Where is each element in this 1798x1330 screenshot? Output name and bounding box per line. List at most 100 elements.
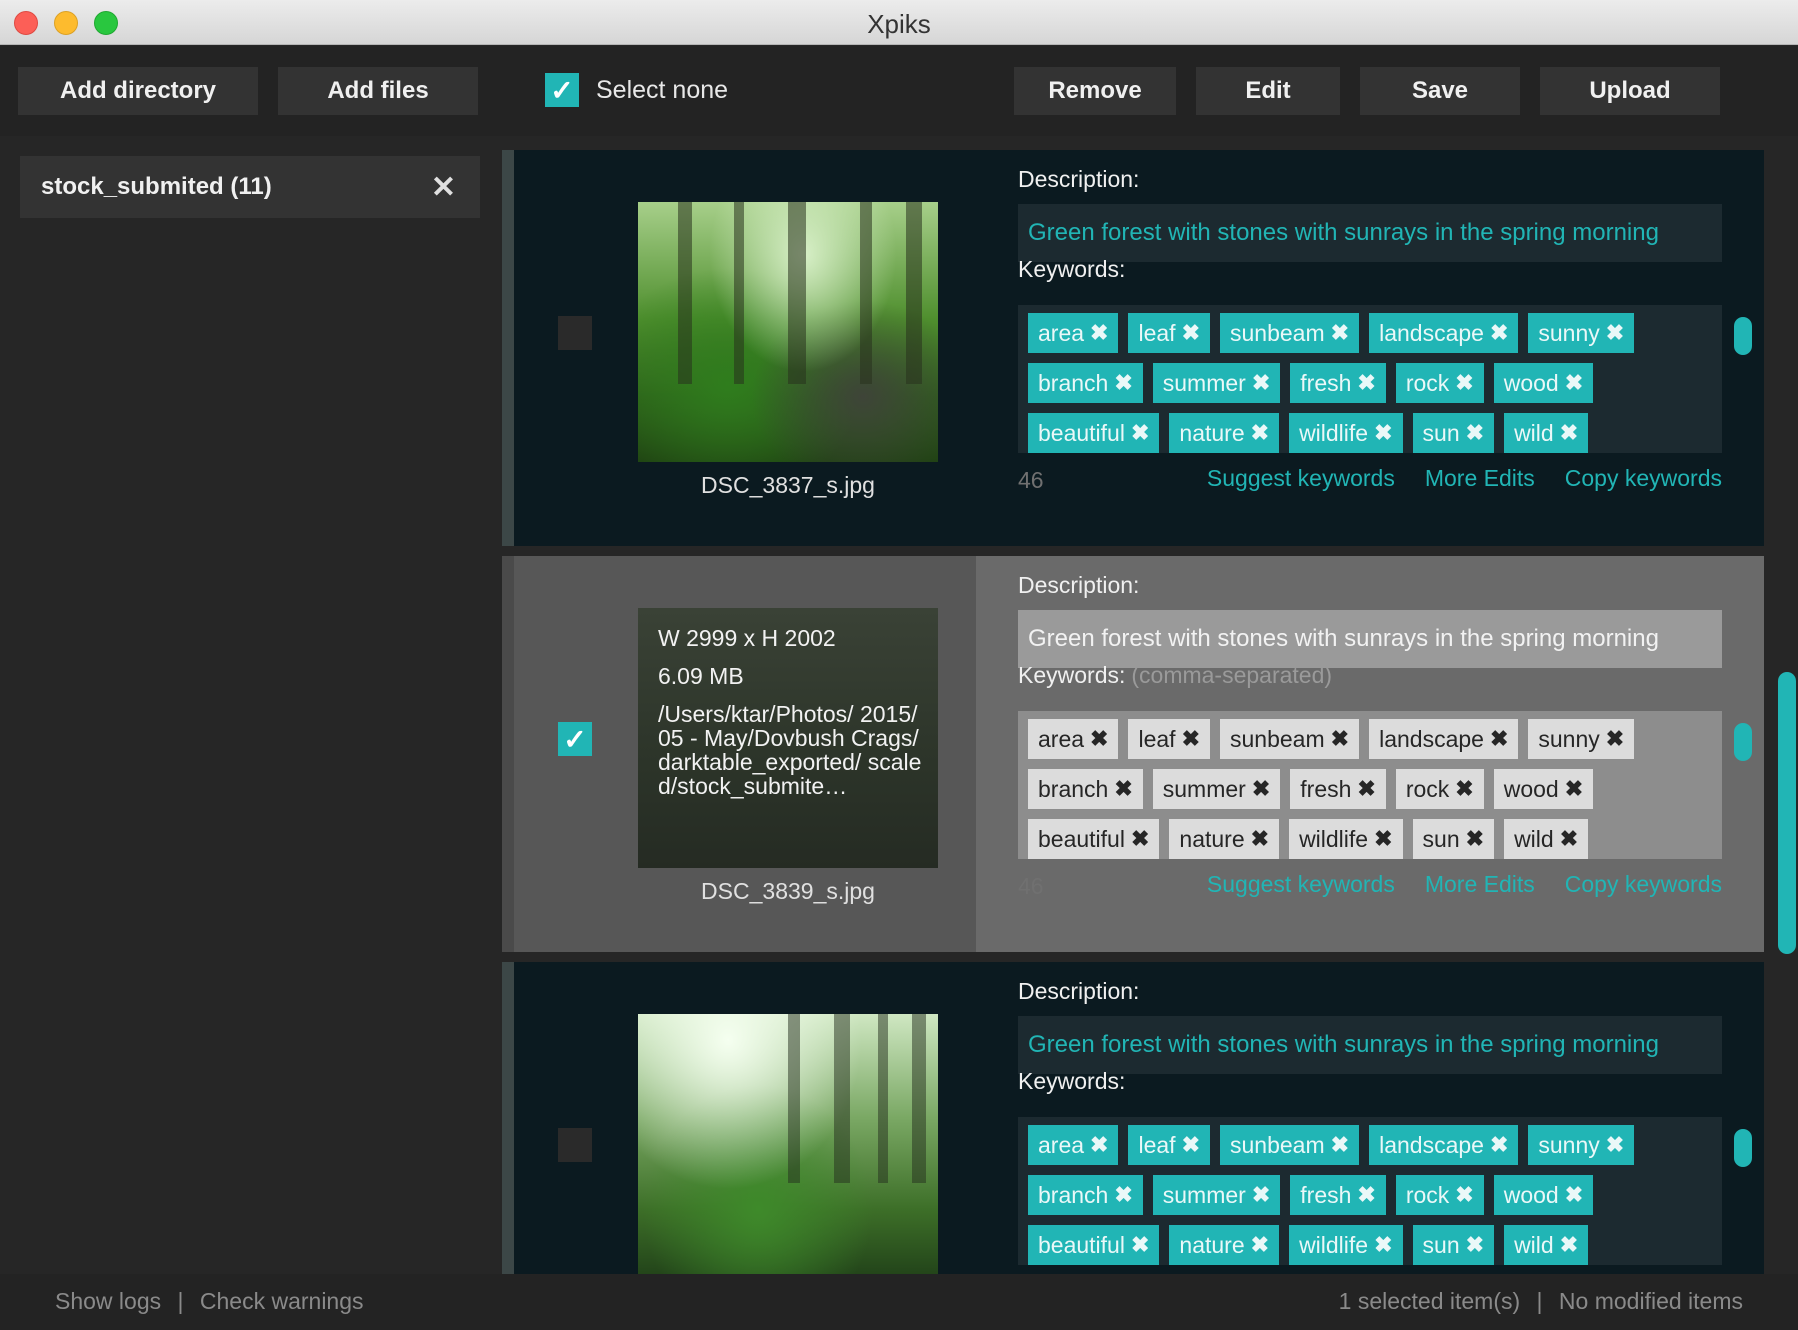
copy-keywords-link[interactable]: Copy keywords (1565, 871, 1722, 898)
copy-keywords-link[interactable]: Copy keywords (1565, 465, 1722, 492)
close-icon[interactable]: ✖ (1490, 726, 1508, 752)
thumbnail-image[interactable] (638, 1014, 938, 1274)
keyword-chip[interactable]: sunbeam ✖ (1220, 1125, 1360, 1165)
close-icon[interactable]: ✖ (1090, 320, 1108, 346)
keyword-chip[interactable]: sunny ✖ (1528, 313, 1635, 353)
keyword-chip[interactable]: beautiful ✖ (1028, 413, 1160, 453)
keywords-field[interactable]: area ✖ leaf ✖ sunbeam ✖ landscape ✖ sunny ✖ branch… (1018, 711, 1752, 859)
more-edits-link[interactable]: More Edits (1425, 871, 1535, 898)
close-icon[interactable]: ✖ (1560, 826, 1578, 852)
artwork-item[interactable]: ✓ W 2999 x H 2002 6.09 MB /Users/ktar/Ph… (502, 556, 1764, 952)
close-icon[interactable]: ✖ (1560, 420, 1578, 446)
directory-item[interactable]: stock_submited (11) ✕ (20, 156, 480, 218)
close-icon[interactable]: ✖ (1490, 1132, 1508, 1158)
save-button[interactable]: Save (1360, 67, 1520, 115)
close-icon[interactable]: ✖ (1252, 1182, 1270, 1208)
artwork-item[interactable]: Description: Green forest with stones wi… (502, 962, 1764, 1274)
keyword-chip[interactable]: branch ✖ (1028, 769, 1143, 809)
keyword-chip[interactable]: summer ✖ (1152, 363, 1281, 403)
suggest-keywords-link[interactable]: Suggest keywords (1207, 871, 1395, 898)
close-icon[interactable]: ✖ (1252, 370, 1270, 396)
close-icon[interactable]: ✖ (1357, 370, 1375, 396)
close-icon[interactable]: ✖ (1251, 1232, 1269, 1258)
keywords-field[interactable]: area ✖ leaf ✖ sunbeam ✖ landscape ✖ sunny ✖ branch… (1018, 305, 1752, 453)
close-icon[interactable]: ✖ (1131, 826, 1149, 852)
keyword-chip[interactable]: rock ✖ (1395, 769, 1484, 809)
keyword-chip[interactable]: wildlife ✖ (1289, 413, 1403, 453)
close-icon[interactable]: ✖ (1114, 370, 1132, 396)
keyword-chip[interactable]: branch ✖ (1028, 1175, 1143, 1215)
keyword-chip[interactable]: sun ✖ (1412, 819, 1495, 859)
close-icon[interactable]: ✖ (1466, 826, 1484, 852)
description-field[interactable]: Green forest with stones with sunrays in… (1018, 1016, 1722, 1074)
keyword-chip[interactable]: nature ✖ (1169, 819, 1280, 859)
description-field[interactable]: Green forest with stones with sunrays in… (1018, 204, 1722, 262)
keyword-chip[interactable]: summer ✖ (1152, 769, 1281, 809)
close-icon[interactable]: ✖ (1131, 420, 1149, 446)
close-icon[interactable]: ✖ (1114, 776, 1132, 802)
close-icon[interactable]: ✖ (1090, 1132, 1108, 1158)
keyword-chip[interactable]: leaf ✖ (1128, 313, 1211, 353)
keyword-chip[interactable]: rock ✖ (1395, 1175, 1484, 1215)
close-icon[interactable]: ✖ (1490, 320, 1508, 346)
add-files-button[interactable]: Add files (278, 67, 478, 115)
keyword-chip[interactable]: fresh ✖ (1290, 769, 1386, 809)
close-icon[interactable]: ✖ (1182, 320, 1200, 346)
more-edits-link[interactable]: More Edits (1425, 465, 1535, 492)
close-icon[interactable]: ✕ (431, 170, 456, 205)
upload-button[interactable]: Upload (1540, 67, 1720, 115)
suggest-keywords-link[interactable]: Suggest keywords (1207, 465, 1395, 492)
keyword-chip[interactable]: rock ✖ (1395, 363, 1484, 403)
close-icon[interactable]: ✖ (1251, 826, 1269, 852)
keywords-scrollbar[interactable] (1734, 1129, 1752, 1167)
keyword-chip[interactable]: beautiful ✖ (1028, 819, 1160, 859)
edit-button[interactable]: Edit (1196, 67, 1340, 115)
keyword-chip[interactable]: wild ✖ (1504, 1225, 1589, 1265)
keyword-chip[interactable]: sunny ✖ (1528, 719, 1635, 759)
keyword-chip[interactable]: wild ✖ (1504, 819, 1589, 859)
close-icon[interactable]: ✖ (1131, 1232, 1149, 1258)
close-icon[interactable]: ✖ (1331, 320, 1349, 346)
show-logs-link[interactable]: Show logs (55, 1288, 161, 1314)
keyword-chip[interactable]: fresh ✖ (1290, 1175, 1386, 1215)
close-icon[interactable]: ✖ (1606, 1132, 1624, 1158)
keyword-chip[interactable]: wildlife ✖ (1289, 819, 1403, 859)
close-icon[interactable]: ✖ (1374, 1232, 1392, 1258)
list-scrollbar[interactable] (1778, 672, 1796, 954)
close-icon[interactable]: ✖ (1357, 776, 1375, 802)
close-icon[interactable]: ✖ (1374, 826, 1392, 852)
checkmark-icon[interactable]: ✓ (545, 73, 579, 107)
keywords-scrollbar[interactable] (1734, 317, 1752, 355)
keyword-chip[interactable]: sunny ✖ (1528, 1125, 1635, 1165)
close-icon[interactable]: ✖ (1455, 370, 1473, 396)
keyword-chip[interactable]: leaf ✖ (1128, 719, 1211, 759)
thumbnail-image[interactable] (638, 202, 938, 462)
keyword-chip[interactable]: leaf ✖ (1128, 1125, 1211, 1165)
keyword-chip[interactable]: sunbeam ✖ (1220, 719, 1360, 759)
close-icon[interactable]: ✖ (1252, 776, 1270, 802)
close-icon[interactable]: ✖ (1114, 1182, 1132, 1208)
artwork-item[interactable]: DSC_3837_s.jpg Description: Green forest… (502, 150, 1764, 546)
keyword-chip[interactable]: wood ✖ (1493, 769, 1594, 809)
keyword-chip[interactable]: fresh ✖ (1290, 363, 1386, 403)
item-checkbox[interactable] (558, 316, 592, 350)
close-icon[interactable]: ✖ (1606, 726, 1624, 752)
remove-button[interactable]: Remove (1014, 67, 1176, 115)
keyword-chip[interactable]: sun ✖ (1412, 1225, 1495, 1265)
close-icon[interactable]: ✖ (1090, 726, 1108, 752)
close-icon[interactable]: ✖ (1565, 1182, 1583, 1208)
keywords-field[interactable]: area ✖ leaf ✖ sunbeam ✖ landscape ✖ sunny ✖ branch… (1018, 1117, 1752, 1265)
close-icon[interactable]: ✖ (1606, 320, 1624, 346)
keyword-chip[interactable]: area ✖ (1028, 313, 1119, 353)
keyword-chip[interactable]: nature ✖ (1169, 413, 1280, 453)
close-icon[interactable]: ✖ (1466, 420, 1484, 446)
close-icon[interactable]: ✖ (1455, 1182, 1473, 1208)
close-icon[interactable]: ✖ (1374, 420, 1392, 446)
keyword-chip[interactable]: wildlife ✖ (1289, 1225, 1403, 1265)
close-icon[interactable]: ✖ (1565, 776, 1583, 802)
add-directory-button[interactable]: Add directory (18, 67, 258, 115)
keyword-chip[interactable]: branch ✖ (1028, 363, 1143, 403)
keyword-chip[interactable]: sunbeam ✖ (1220, 313, 1360, 353)
keyword-chip[interactable]: wood ✖ (1493, 363, 1594, 403)
keyword-chip[interactable]: landscape ✖ (1369, 313, 1519, 353)
